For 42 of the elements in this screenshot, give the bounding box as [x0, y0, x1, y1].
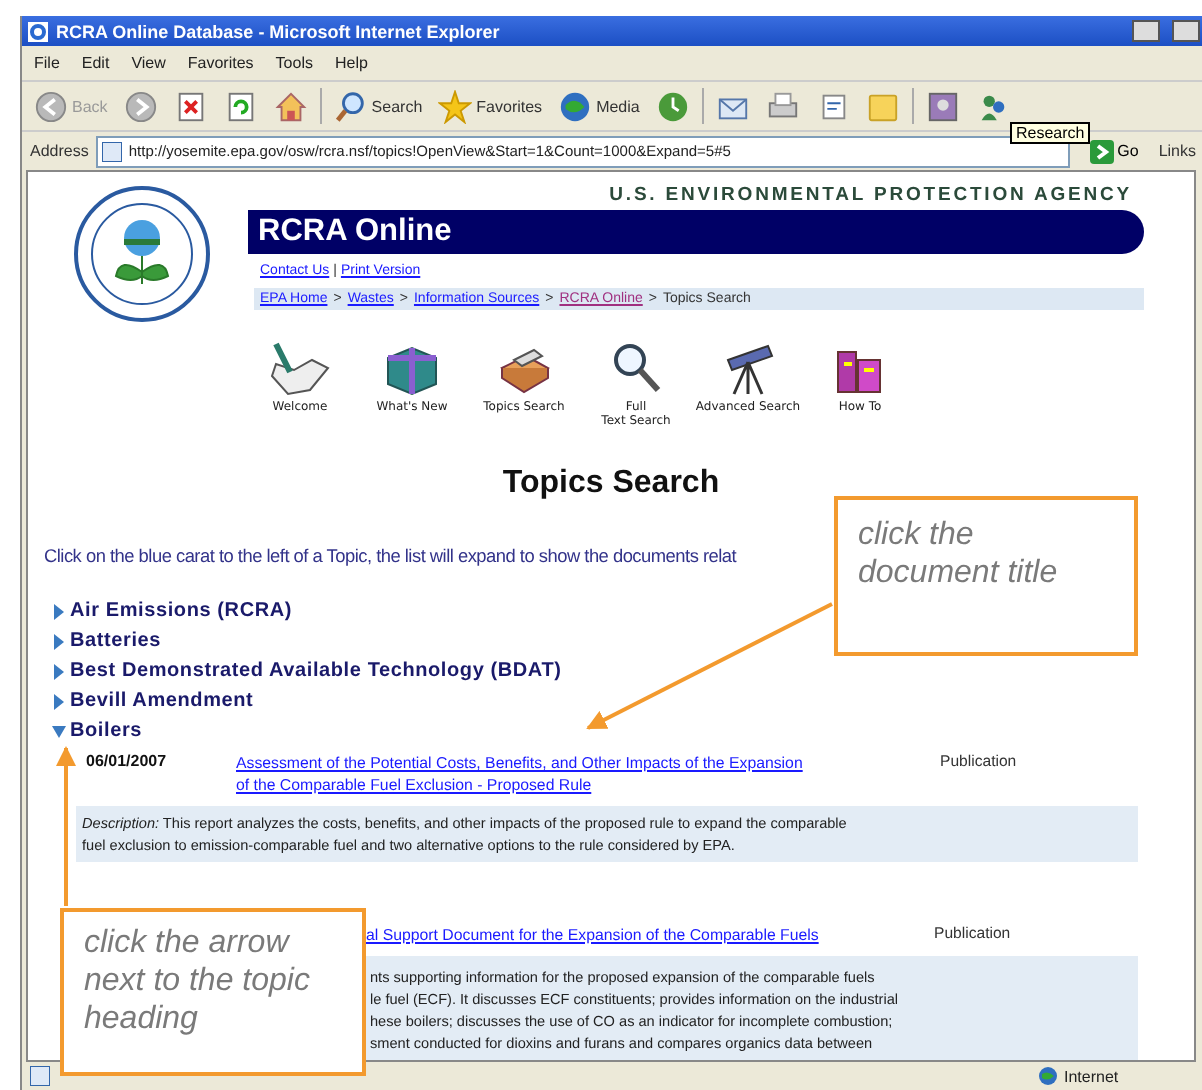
folder-icon	[865, 89, 900, 123]
callout-box: click the arrow next to the topic heading	[60, 908, 366, 1076]
topic-item[interactable]: Best Demonstrated Available Technology (BDAT)	[52, 660, 1194, 684]
back-icon	[34, 89, 68, 123]
window-title: RCRA Online Database - Microsoft Internet Explorer	[56, 21, 502, 41]
site-banner: RCRA Online	[248, 210, 1144, 254]
home-icon	[273, 89, 308, 123]
callout-box: click the document title	[834, 496, 1138, 656]
favorites-icon	[438, 89, 473, 123]
address-label: Address	[30, 142, 89, 160]
search-button[interactable]: Search	[329, 89, 427, 123]
history-icon	[655, 89, 690, 123]
document-date: 06/01/2007	[84, 752, 169, 774]
page-icon	[30, 1066, 50, 1086]
menu-item[interactable]: Favorites	[187, 54, 254, 72]
tooltip: Research	[1010, 122, 1091, 144]
stop-icon	[173, 89, 208, 123]
globe-icon	[1038, 1066, 1058, 1086]
search-icon	[333, 89, 368, 123]
print-icon	[765, 89, 800, 123]
forward-icon	[123, 89, 158, 123]
page-icon	[102, 141, 123, 161]
media-button[interactable]: Media	[554, 89, 644, 123]
zone-label: Internet	[1064, 1067, 1121, 1085]
browser-icon	[28, 21, 48, 41]
media-icon	[558, 89, 593, 123]
topic-item[interactable]: Boilers	[52, 720, 1194, 744]
menu-item[interactable]: Tools	[275, 54, 313, 72]
menu-item[interactable]: Edit	[81, 54, 110, 72]
maximize-button[interactable]	[1172, 20, 1200, 42]
minimize-button[interactable]	[1132, 20, 1160, 42]
menu-item[interactable]: Help	[334, 54, 368, 72]
page-heading: Topics Search	[500, 466, 722, 502]
favorites-button[interactable]: Favorites	[434, 89, 547, 123]
menu-item[interactable]: File	[34, 54, 60, 72]
instruction-text: Click on the blue carat to the left of a Topic, the list will expand to show the documents relat	[44, 546, 739, 566]
refresh-icon	[223, 89, 258, 123]
links-button[interactable]: Links	[1158, 142, 1196, 160]
agency-seal-logo	[72, 184, 212, 324]
menu-item[interactable]: View	[131, 54, 166, 72]
topic-item[interactable]: Bevill Amendment	[52, 690, 1194, 714]
agency-name: U.S. ENVIRONMENTAL PROTECTION AGENCY	[607, 184, 1134, 206]
